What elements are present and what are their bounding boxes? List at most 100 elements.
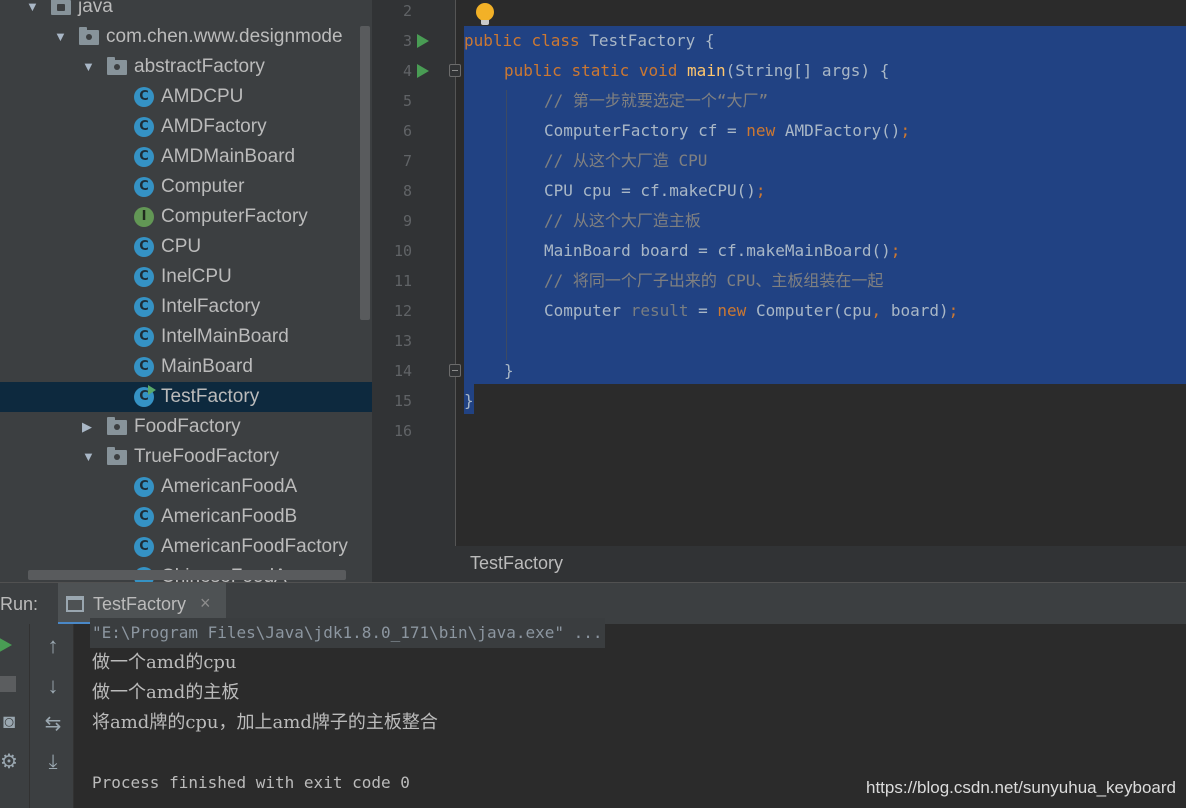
tree-item-label: TestFactory <box>161 386 260 407</box>
chevron-down-icon[interactable]: ▼ <box>54 22 70 52</box>
code-text: Computer(cpu <box>746 301 872 320</box>
code-line-11[interactable]: // 将同一个厂子出来的 CPU、主板组装在一起 <box>544 266 883 296</box>
comma: , <box>871 301 882 320</box>
code-line-15[interactable]: } <box>464 386 474 416</box>
tree-item-label: com.chen.www.designmode <box>106 26 343 47</box>
keyword: new <box>717 301 747 320</box>
run-label: Run: <box>0 594 39 614</box>
code-line-9[interactable]: // 从这个大厂造主板 <box>544 206 701 236</box>
tree-item-americanfoodfactory[interactable]: C AmericanFoodFactory <box>0 532 372 562</box>
tree-item-intelmainboard[interactable]: C IntelMainBoard <box>0 322 372 352</box>
line-number: 5 <box>402 92 412 110</box>
console-output-line: 做一个amd的cpu <box>92 652 237 673</box>
tree-item-label: IntelFactory <box>161 296 261 317</box>
tree-item-java[interactable]: ▼ java <box>0 0 372 22</box>
watermark-text: https://blog.csdn.net/sunyuhua_keyboard <box>866 778 1176 797</box>
keyword: static <box>571 61 630 80</box>
tree-item-amdmainboard[interactable]: C AMDMainBoard <box>0 142 372 172</box>
close-icon[interactable]: × <box>200 593 211 614</box>
chevron-right-icon[interactable]: ▶ <box>82 412 98 442</box>
console-command-line[interactable]: "E:\Program Files\Java\jdk1.8.0_171\bin\… <box>90 618 605 648</box>
scroll-to-end-icon[interactable]: ⤓ <box>38 750 68 774</box>
line-number: 8 <box>402 182 412 200</box>
class-icon: C <box>134 357 154 377</box>
interface-icon: I <box>134 207 154 227</box>
editor-breadcrumb[interactable]: TestFactory <box>372 546 1186 582</box>
tree-item-computerfactory[interactable]: I ComputerFactory <box>0 202 372 232</box>
tree-item-americanfoodb[interactable]: C AmericanFoodB <box>0 502 372 532</box>
semicolon: ; <box>890 241 901 260</box>
tree-horizontal-scrollbar[interactable] <box>28 570 346 580</box>
code-line-8[interactable]: CPU cpu = cf.makeCPU(); <box>544 176 766 206</box>
tree-item-intelfactory[interactable]: C IntelFactory <box>0 292 372 322</box>
chevron-down-icon[interactable]: ▼ <box>26 0 42 22</box>
tree-item-label: IntelMainBoard <box>161 326 289 347</box>
tree-item-inelcpu[interactable]: C InelCPU <box>0 262 372 292</box>
tree-item-cpu[interactable]: C CPU <box>0 232 372 262</box>
gear-icon[interactable]: ⚙ <box>0 750 24 774</box>
code-line-12[interactable]: Computer result = new Computer(cpu, boar… <box>544 296 958 326</box>
line-number: 12 <box>393 302 412 320</box>
arrow-up-icon[interactable]: ↑ <box>38 634 68 658</box>
run-tab-label: TestFactory <box>93 594 187 614</box>
chevron-down-icon[interactable]: ▼ <box>82 442 98 472</box>
class-icon: C <box>134 327 154 347</box>
package-icon <box>107 447 127 465</box>
project-tree[interactable]: ▼ java ▼ com.chen.www.designmode ▼ abstractFa… <box>0 0 372 582</box>
arrow-down-icon[interactable]: ↓ <box>38 674 68 698</box>
tree-item-computer[interactable]: C Computer <box>0 172 372 202</box>
console-output-line: 做一个amd的主板 <box>92 682 240 703</box>
code-editor[interactable]: 2 3 4 5 6 7 8 9 10 11 12 13 14 15 16 public class Test… <box>372 0 1186 546</box>
code-line-4[interactable]: public static void main(String[] args) { <box>504 56 889 86</box>
code-line-7[interactable]: // 从这个大厂造 CPU <box>544 146 707 176</box>
fold-icon[interactable] <box>449 64 461 77</box>
tree-item-label: FoodFactory <box>134 416 241 437</box>
package-icon <box>79 27 99 45</box>
code-line-3[interactable]: public class TestFactory { <box>464 26 714 56</box>
tree-item-abstractfactory[interactable]: ▼ abstractFactory <box>0 52 372 82</box>
code-line-5[interactable]: // 第一步就要选定一个“大厂” <box>544 86 768 116</box>
tree-item-label: AMDFactory <box>161 116 267 137</box>
tree-item-testfactory[interactable]: C TestFactory <box>0 382 372 412</box>
closing-brace: } <box>464 391 474 410</box>
keyword: public <box>504 61 562 80</box>
code-text: = <box>688 301 718 320</box>
console-output-line: 将amd牌的cpu，加上amd牌子的主板整合 <box>92 712 438 733</box>
package-icon <box>107 417 127 435</box>
tree-item-amdcpu[interactable]: C AMDCPU <box>0 82 372 112</box>
tree-item-americanfooda[interactable]: C AmericanFoodA <box>0 472 372 502</box>
run-main-gutter-icon[interactable] <box>417 64 429 78</box>
stop-icon[interactable] <box>0 676 16 692</box>
folder-icon <box>51 0 71 15</box>
breadcrumb-item[interactable]: TestFactory <box>470 553 563 574</box>
tree-item-label: AmericanFoodB <box>161 506 298 527</box>
code-line-6[interactable]: ComputerFactory cf = new AMDFactory(); <box>544 116 910 146</box>
soft-wrap-icon[interactable]: ⇆ <box>38 712 68 736</box>
class-icon: C <box>134 267 154 287</box>
tree-item-amdfactory[interactable]: C AMDFactory <box>0 112 372 142</box>
code-text: board) <box>881 301 949 320</box>
tree-item-com-chen-www-designmode[interactable]: ▼ com.chen.www.designmode <box>0 22 372 52</box>
code-line-14[interactable]: } <box>504 356 514 386</box>
tree-item-truefoodfactory[interactable]: ▼ TrueFoodFactory <box>0 442 372 472</box>
code-line-10[interactable]: MainBoard board = cf.makeMainBoard(); <box>544 236 900 266</box>
line-number: 10 <box>393 242 412 260</box>
class-icon: C <box>134 87 154 107</box>
console-icon <box>66 596 84 612</box>
tree-item-foodfactory[interactable]: ▶ FoodFactory <box>0 412 372 442</box>
camera-icon[interactable]: ◙ <box>0 710 24 734</box>
run-class-gutter-icon[interactable] <box>417 34 429 48</box>
lightbulb-icon[interactable] <box>476 3 494 25</box>
chevron-down-icon[interactable]: ▼ <box>82 52 98 82</box>
unused-variable: result <box>630 301 689 320</box>
rerun-icon[interactable] <box>0 636 12 654</box>
run-badge-icon <box>148 385 156 395</box>
tree-item-label: CPU <box>161 236 202 257</box>
tree-vertical-scrollbar[interactable] <box>360 26 370 320</box>
line-number: 13 <box>393 332 412 350</box>
fold-icon[interactable] <box>449 364 461 377</box>
line-number: 14 <box>393 362 412 380</box>
tree-item-label: AMDCPU <box>161 86 244 107</box>
closing-brace: } <box>504 361 514 380</box>
tree-item-mainboard[interactable]: C MainBoard <box>0 352 372 382</box>
